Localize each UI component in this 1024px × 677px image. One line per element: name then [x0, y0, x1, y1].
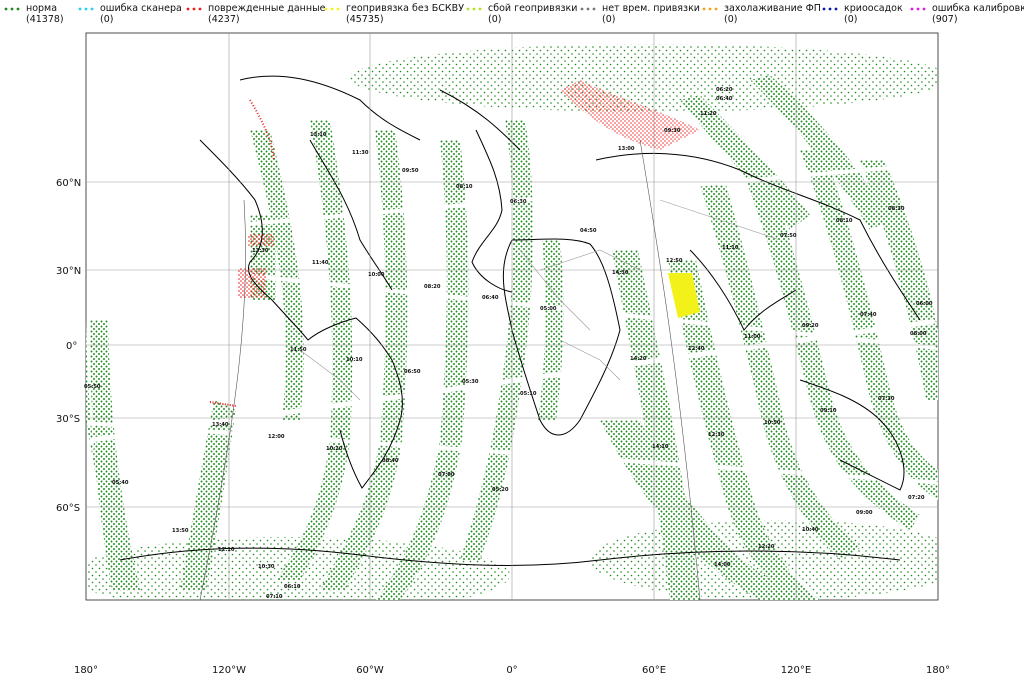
time-label: 07:40: [860, 312, 877, 318]
lat-tick: 30°S: [56, 414, 80, 425]
map-svg: 13:10 11:30 09:50 08:10 06:30 04:50 13:3…: [56, 32, 950, 676]
time-label: 12:10: [218, 547, 235, 553]
time-label: 14:10: [652, 444, 669, 450]
lon-tick: 180°: [74, 665, 98, 676]
time-label: 13:00: [618, 146, 635, 152]
time-label: 06:20: [716, 87, 733, 93]
time-label: 12:40: [688, 346, 705, 352]
lon-ticks: 180° 120°W 60°W 0° 60°E 120°E 180°: [74, 665, 950, 676]
time-label: 05:50: [84, 384, 101, 390]
time-label: 09:00: [856, 510, 873, 516]
time-label: 12:00: [268, 434, 285, 440]
time-label: 07:30: [878, 396, 895, 402]
time-label: 06:30: [510, 199, 527, 205]
time-label: 13:50: [172, 528, 189, 534]
time-label: 11:00: [744, 334, 761, 340]
time-label: 05:00: [540, 306, 557, 312]
time-label: 10:40: [802, 527, 819, 533]
damaged-area: [238, 268, 266, 298]
time-label: 08:20: [424, 284, 441, 290]
lon-tick: 180°: [926, 665, 950, 676]
north-polar-cloud: [350, 44, 938, 112]
lon-tick: 120°W: [212, 665, 246, 676]
time-label: 13:40: [212, 422, 229, 428]
time-label: 06:10: [284, 584, 301, 590]
time-label: 04:50: [580, 228, 597, 234]
time-label: 09:20: [802, 323, 819, 329]
time-label: 11:20: [700, 111, 717, 117]
lon-tick: 60°E: [642, 665, 666, 676]
time-label: 12:20: [758, 544, 775, 550]
time-label: 05:40: [112, 480, 129, 486]
lat-tick: 0°: [66, 341, 77, 352]
time-label: 10:50: [764, 420, 781, 426]
time-label: 05:30: [462, 379, 479, 385]
time-label: 12:30: [708, 432, 725, 438]
time-label: 07:50: [780, 233, 797, 239]
time-label: 07:10: [266, 594, 283, 600]
time-label: 08:40: [382, 458, 399, 464]
time-label: 11:30: [352, 150, 369, 156]
time-label: 14:20: [630, 356, 647, 362]
time-label: 06:40: [482, 295, 499, 301]
time-label: 13:30: [252, 248, 269, 254]
time-label: 05:10: [520, 391, 537, 397]
time-label: 11:10: [722, 245, 739, 251]
time-label: 06:50: [404, 369, 421, 375]
time-label: 08:10: [456, 184, 473, 190]
time-label: 10:20: [326, 446, 343, 452]
lat-ticks: 60°N 30°N 0° 30°S 60°S: [56, 178, 81, 514]
time-label: 13:10: [310, 132, 327, 138]
lon-tick: 120°E: [781, 665, 811, 676]
time-label: 09:50: [402, 168, 419, 174]
time-label: 08:10: [836, 218, 853, 224]
time-label: 06:40: [716, 96, 733, 102]
time-label: 14:30: [612, 270, 629, 276]
time-label: 08:30: [888, 206, 905, 212]
time-label: 10:00: [368, 272, 385, 278]
lon-tick: 60°W: [356, 665, 384, 676]
time-label: 11:50: [290, 347, 307, 353]
lon-tick: 0°: [506, 665, 517, 676]
lat-tick: 60°S: [56, 503, 80, 514]
lat-tick: 60°N: [56, 178, 81, 189]
time-label: 10:10: [346, 357, 363, 363]
time-label: 12:50: [666, 258, 683, 264]
time-label: 14:00: [714, 562, 731, 568]
time-label: 07:00: [438, 472, 455, 478]
time-label: 06:00: [916, 301, 933, 307]
time-label: 11:40: [312, 260, 329, 266]
time-label: 08:00: [910, 331, 927, 337]
lat-tick: 30°N: [56, 266, 81, 277]
time-label: 07:20: [908, 495, 925, 501]
time-label: 09:30: [664, 128, 681, 134]
time-label: 09:10: [820, 408, 837, 414]
time-label: 10:30: [258, 564, 275, 570]
time-label: 05:20: [492, 487, 509, 493]
